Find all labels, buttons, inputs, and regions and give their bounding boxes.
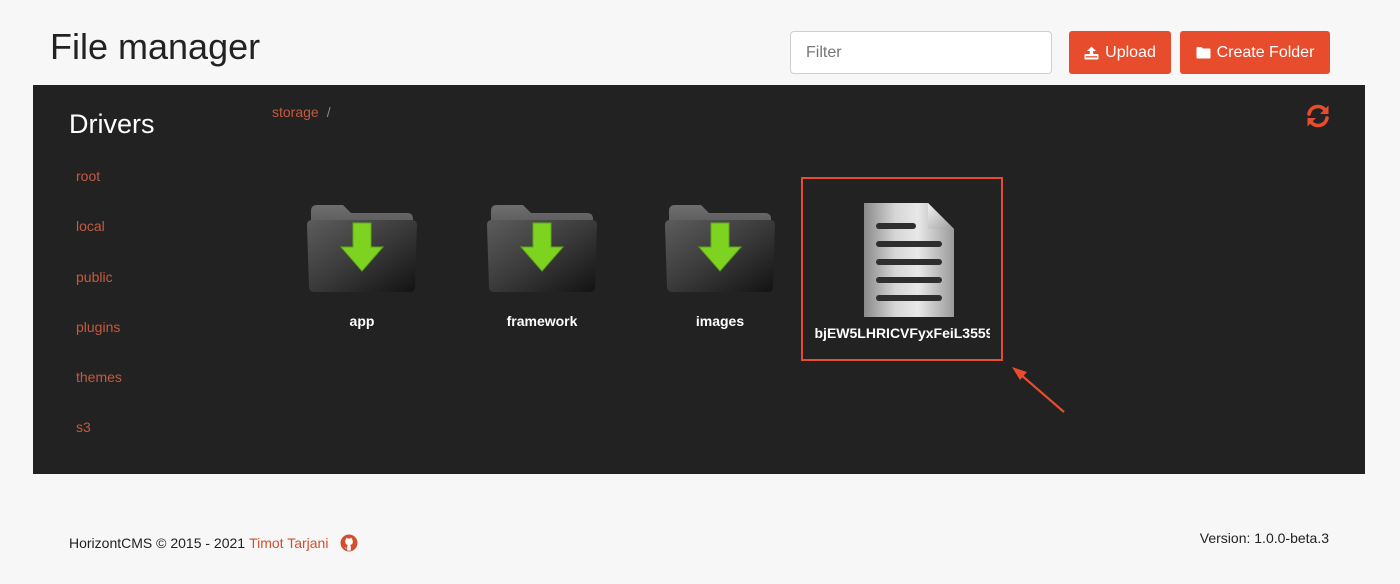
version-label: Version: 1.0.0-beta.3 (1199, 530, 1329, 546)
create-folder-label: Create Folder (1216, 43, 1315, 61)
driver-item-themes[interactable]: themes (76, 369, 122, 419)
driver-list: root local public plugins themes s3 (76, 168, 122, 470)
driver-item-local[interactable]: local (76, 218, 122, 268)
annotation-highlight-box (801, 177, 1003, 361)
upload-label: Upload (1105, 43, 1156, 61)
folder-item-framework[interactable]: framework (467, 195, 617, 345)
driver-item-s3[interactable]: s3 (76, 419, 122, 469)
upload-icon (1084, 46, 1099, 59)
folder-item-images[interactable]: images (645, 195, 795, 345)
folder-item-app[interactable]: app (287, 195, 437, 345)
create-folder-button[interactable]: Create Folder (1180, 31, 1330, 74)
github-icon[interactable] (340, 534, 358, 552)
footer-copyright: HorizontCMS © 2015 - 2021 Timot Tarjani (69, 534, 358, 552)
driver-item-root[interactable]: root (76, 168, 122, 218)
breadcrumb-storage[interactable]: storage (272, 104, 319, 120)
folder-download-icon (307, 205, 417, 292)
breadcrumb: storage / (272, 104, 331, 120)
page-title: File manager (50, 26, 261, 67)
copyright-text: HorizontCMS © 2015 - 2021 (69, 535, 246, 551)
file-manager-panel: Drivers root local public plugins themes… (33, 85, 1365, 474)
author-link[interactable]: Timot Tarjani (249, 535, 328, 551)
driver-item-public[interactable]: public (76, 269, 122, 319)
file-name: images (695, 313, 745, 329)
file-name: app (349, 313, 375, 329)
folder-icon (1196, 47, 1211, 59)
driver-item-plugins[interactable]: plugins (76, 319, 122, 369)
refresh-icon[interactable] (1305, 104, 1331, 128)
folder-download-icon (487, 205, 597, 292)
filter-input[interactable] (790, 31, 1052, 74)
upload-button[interactable]: Upload (1069, 31, 1171, 74)
file-name: framework (506, 313, 578, 329)
folder-download-icon (665, 205, 775, 292)
breadcrumb-separator: / (326, 104, 331, 120)
drivers-title: Drivers (69, 109, 155, 139)
